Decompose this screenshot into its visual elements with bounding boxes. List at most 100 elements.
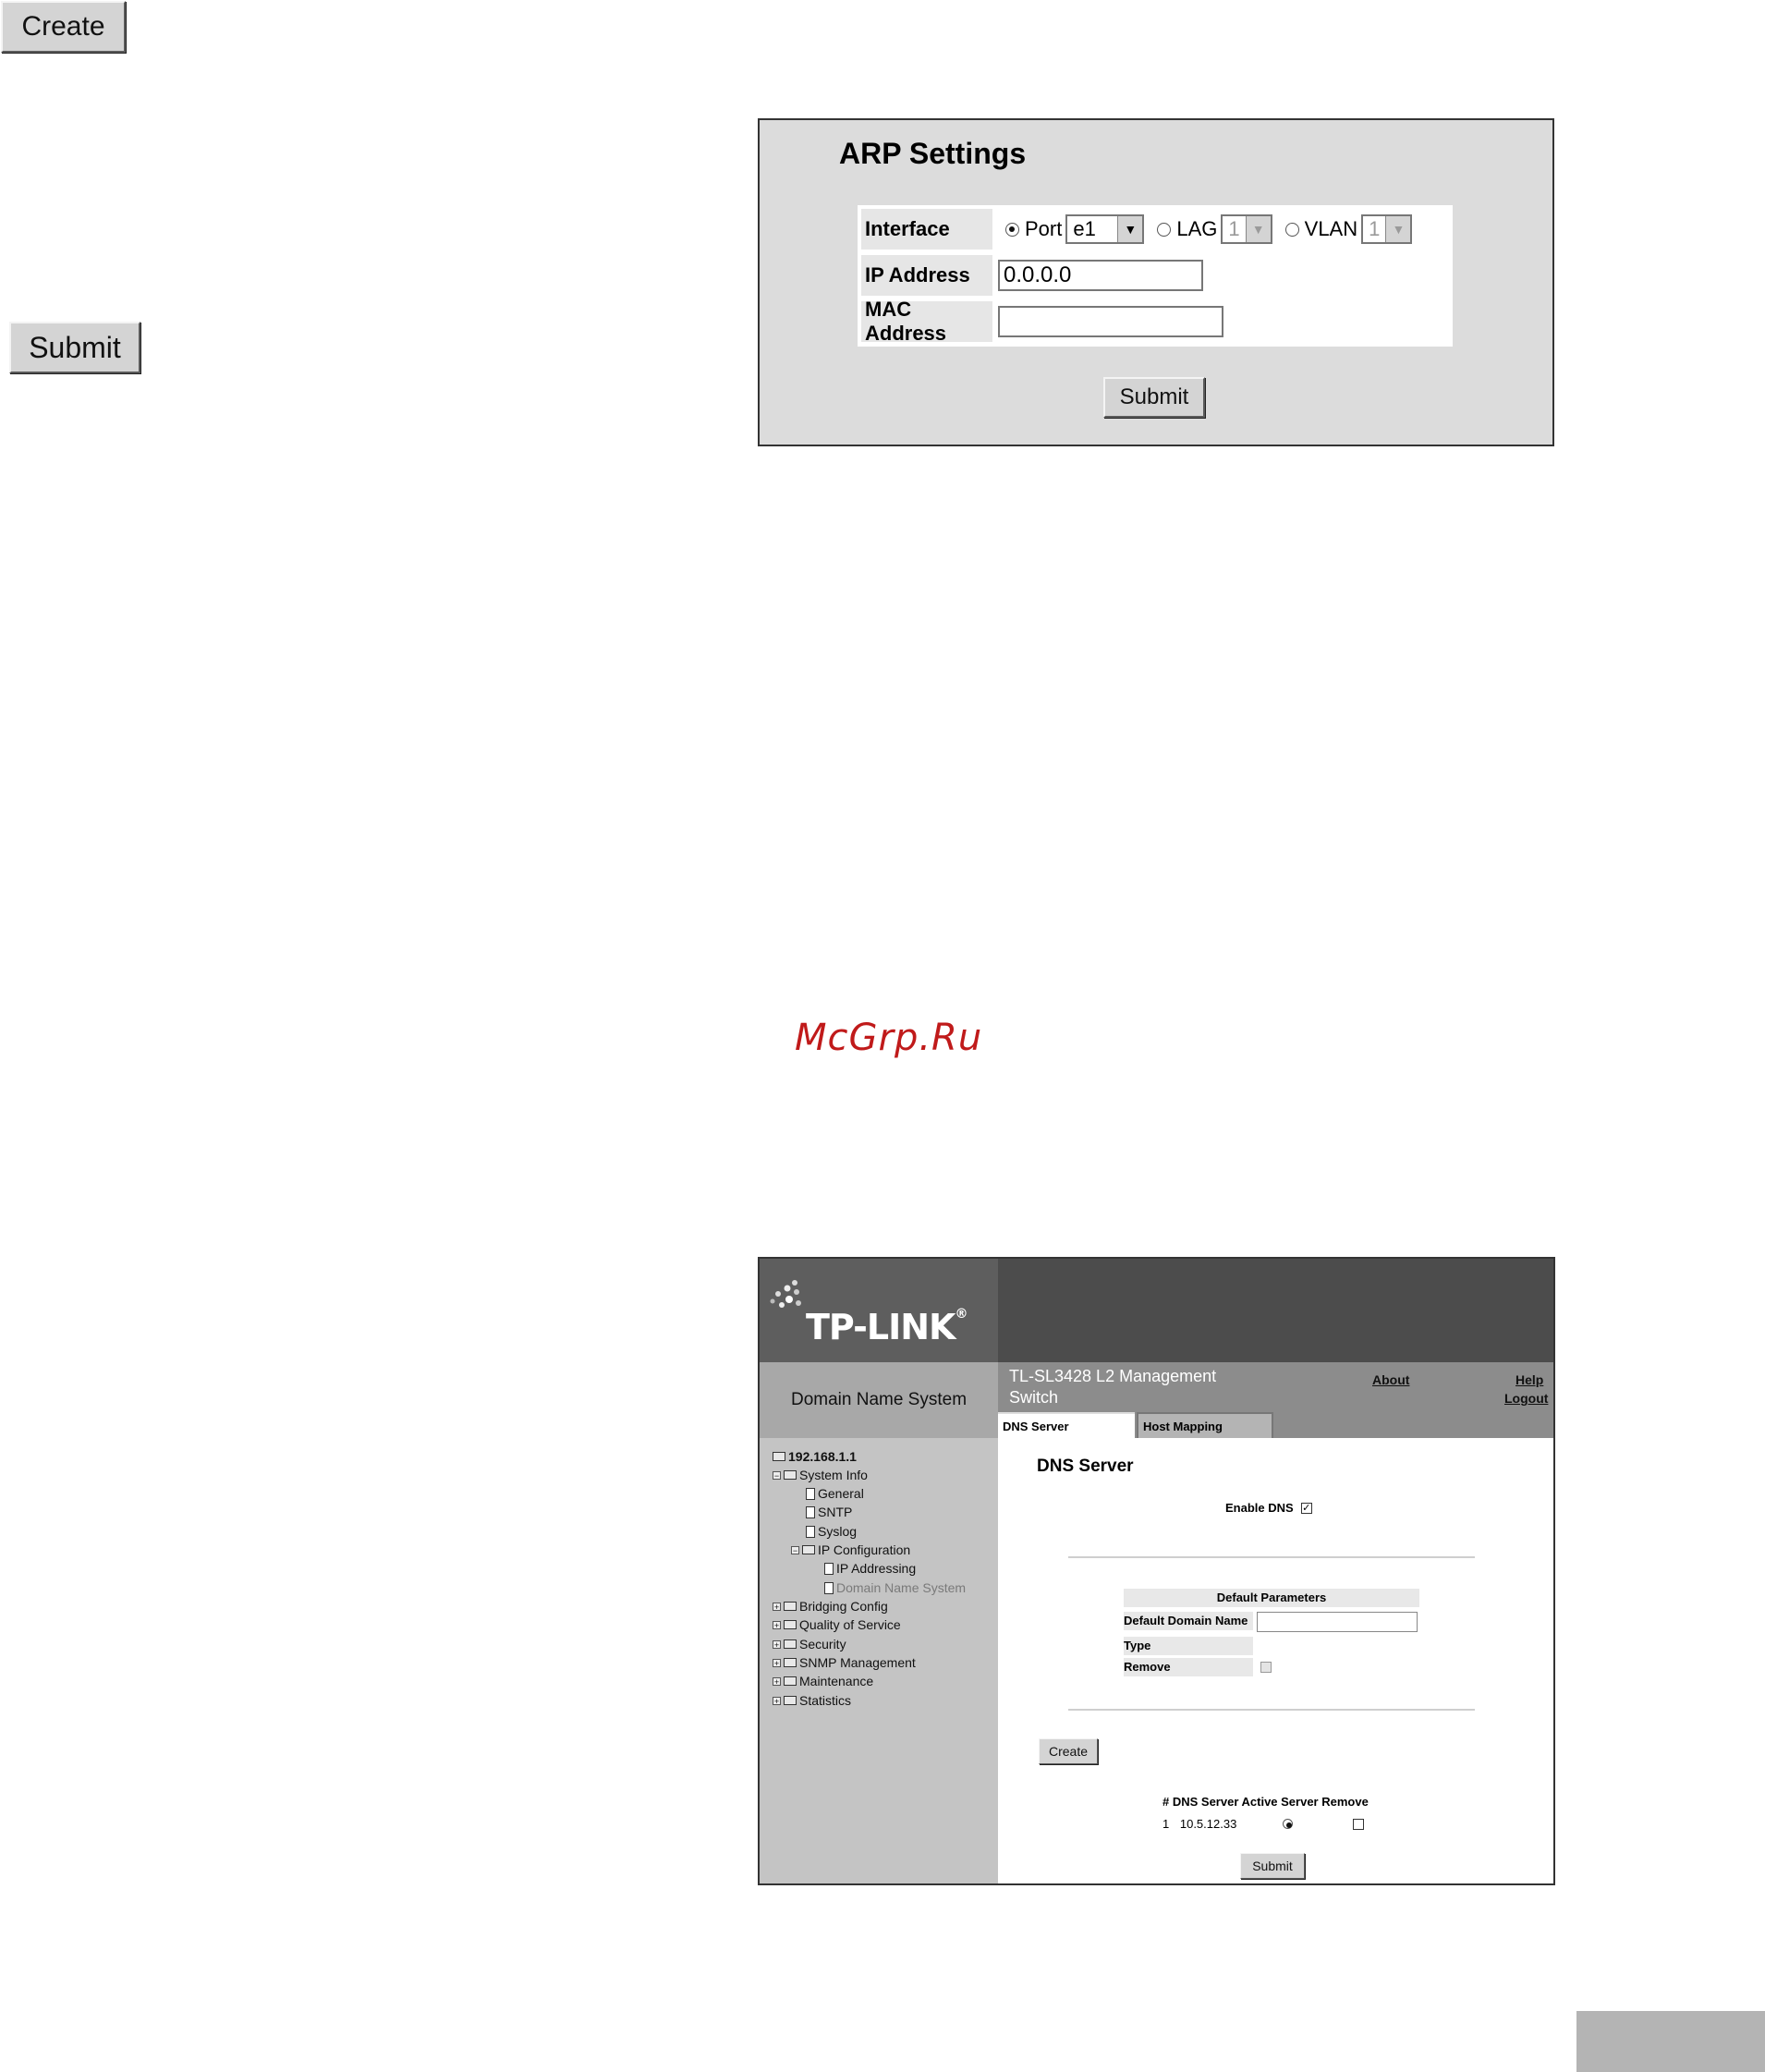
tab-dns-server[interactable]: DNS Server (998, 1412, 1135, 1438)
watermark: McGrp.Ru (795, 1017, 983, 1059)
section-title: Domain Name System (760, 1362, 998, 1438)
table-row: 1 10.5.12.33 (1162, 1817, 1364, 1831)
divider (1068, 1709, 1475, 1711)
default-domain-input[interactable] (1257, 1612, 1418, 1632)
folder-icon (784, 1639, 797, 1649)
folder-icon (784, 1676, 797, 1686)
product-name: TL-SL3428 L2 Management Switch (1009, 1367, 1217, 1407)
interface-label: Interface (861, 209, 992, 250)
active-server-radio[interactable] (1283, 1819, 1293, 1829)
expand-icon: + (773, 1658, 781, 1668)
tree-bridging-config[interactable]: + Bridging Config (773, 1599, 888, 1614)
tree-maintenance[interactable]: + Maintenance (773, 1674, 873, 1688)
ip-address-label: IP Address (861, 255, 992, 296)
dns-main-pane: DNS Server Enable DNS ✓ Default Paramete… (998, 1438, 1553, 1883)
default-parameters-title: Default Parameters (1124, 1589, 1419, 1607)
enable-dns-label: Enable DNS (1225, 1501, 1294, 1515)
vlan-select[interactable]: 1 ▼ (1361, 214, 1413, 244)
network-icon (773, 1452, 785, 1461)
collapse-icon: − (791, 1545, 799, 1555)
remove-server-checkbox[interactable] (1353, 1819, 1364, 1830)
mac-address-label: MAC Address (861, 298, 992, 345)
collapse-icon: − (773, 1470, 781, 1481)
port-radio[interactable] (1005, 222, 1019, 237)
page-title: DNS Server (1037, 1456, 1134, 1476)
enable-dns-row: Enable DNS ✓ (1225, 1501, 1312, 1515)
help-link[interactable]: Help (1515, 1372, 1543, 1387)
page-corner-tab (1576, 2011, 1765, 2072)
vlan-select-value: 1 (1369, 217, 1381, 240)
tree-system-info[interactable]: − System Info (773, 1468, 868, 1482)
arp-submit-button[interactable]: Submit (1103, 377, 1205, 418)
tree-syslog[interactable]: Syslog (806, 1524, 857, 1539)
lag-radio[interactable] (1157, 222, 1172, 237)
chevron-down-icon: ▼ (1117, 216, 1143, 242)
tree-general[interactable]: General (806, 1486, 864, 1501)
create-button[interactable]: Create (1, 1, 126, 53)
page-icon (824, 1562, 834, 1575)
type-label: Type (1124, 1637, 1253, 1655)
dns-row-index: 1 (1162, 1817, 1170, 1831)
folder-icon (784, 1470, 797, 1480)
tree-ip-configuration[interactable]: − IP Configuration (791, 1542, 910, 1557)
tree-root[interactable]: 192.168.1.1 (773, 1449, 857, 1464)
remove-default-checkbox[interactable] (1260, 1662, 1272, 1673)
arp-form-table: Interface Port e1 ▼ LAG 1 ▼ VLAN 1 ▼ IP … (858, 205, 1453, 347)
page-icon (806, 1487, 815, 1500)
ip-address-row: IP Address 0.0.0.0 (861, 255, 1449, 296)
tree-sntp[interactable]: SNTP (806, 1505, 852, 1519)
folder-icon (784, 1696, 797, 1705)
expand-icon: + (773, 1602, 781, 1612)
port-select-value: e1 (1073, 217, 1096, 240)
lag-radio-label: LAG (1176, 217, 1218, 240)
vlan-radio[interactable] (1284, 222, 1299, 237)
tree-security[interactable]: + Security (773, 1637, 846, 1652)
dns-submit-button[interactable]: Submit (1240, 1853, 1305, 1879)
page-icon (806, 1525, 815, 1538)
arp-title: ARP Settings (839, 137, 1027, 170)
tplink-dns-window: TP-LINK® Domain Name System TL-SL3428 L2… (758, 1257, 1555, 1885)
page-icon (824, 1581, 834, 1594)
tree-domain-name-system[interactable]: Domain Name System (824, 1580, 966, 1595)
expand-icon: + (773, 1696, 781, 1706)
tplink-logo-area: TP-LINK® (760, 1259, 998, 1362)
expand-icon: + (773, 1620, 781, 1630)
expand-icon: + (773, 1639, 781, 1650)
arp-settings-panel: ARP Settings Interface Port e1 ▼ LAG 1 ▼… (758, 118, 1554, 446)
divider (1068, 1556, 1475, 1558)
tree-quality-of-service[interactable]: + Quality of Service (773, 1617, 901, 1632)
folder-icon (784, 1620, 797, 1629)
port-select[interactable]: e1 ▼ (1065, 214, 1145, 244)
default-domain-label: Default Domain Name (1124, 1612, 1253, 1630)
folder-icon (784, 1602, 797, 1611)
tree-snmp-management[interactable]: + SNMP Management (773, 1655, 916, 1670)
ip-address-input[interactable]: 0.0.0.0 (998, 260, 1203, 291)
interface-row: Interface Port e1 ▼ LAG 1 ▼ VLAN 1 ▼ (861, 209, 1449, 250)
folder-icon (802, 1545, 815, 1554)
sidebar-tree: 192.168.1.1 − System Info General SNTP Sy… (760, 1438, 998, 1883)
port-radio-label: Port (1025, 217, 1063, 240)
expand-icon: + (773, 1676, 781, 1687)
tplink-dots-icon (770, 1280, 801, 1308)
logout-link[interactable]: Logout (1504, 1391, 1548, 1406)
tree-statistics[interactable]: + Statistics (773, 1693, 851, 1708)
submit-button[interactable]: Submit (9, 322, 140, 373)
tab-host-mapping[interactable]: Host Mapping (1137, 1412, 1273, 1438)
page-icon (806, 1505, 815, 1518)
enable-dns-checkbox[interactable]: ✓ (1300, 1502, 1312, 1514)
about-link[interactable]: About (1372, 1372, 1409, 1387)
mac-address-row: MAC Address (861, 298, 1449, 345)
vlan-radio-label: VLAN (1304, 217, 1358, 240)
lag-select[interactable]: 1 ▼ (1221, 214, 1272, 244)
chevron-down-icon: ▼ (1245, 216, 1271, 242)
dns-create-button[interactable]: Create (1039, 1738, 1098, 1764)
chevron-down-icon: ▼ (1385, 216, 1411, 242)
folder-icon (784, 1658, 797, 1667)
dns-row-server: 10.5.12.33 (1179, 1817, 1237, 1831)
dns-list-header: # DNS Server Active Server Remove (1162, 1795, 1369, 1809)
lag-select-value: 1 (1228, 217, 1240, 240)
tree-ip-addressing[interactable]: IP Addressing (824, 1561, 916, 1576)
remove-label: Remove (1124, 1658, 1253, 1676)
tplink-logo: TP-LINK® (806, 1307, 968, 1347)
mac-address-input[interactable] (998, 306, 1223, 337)
